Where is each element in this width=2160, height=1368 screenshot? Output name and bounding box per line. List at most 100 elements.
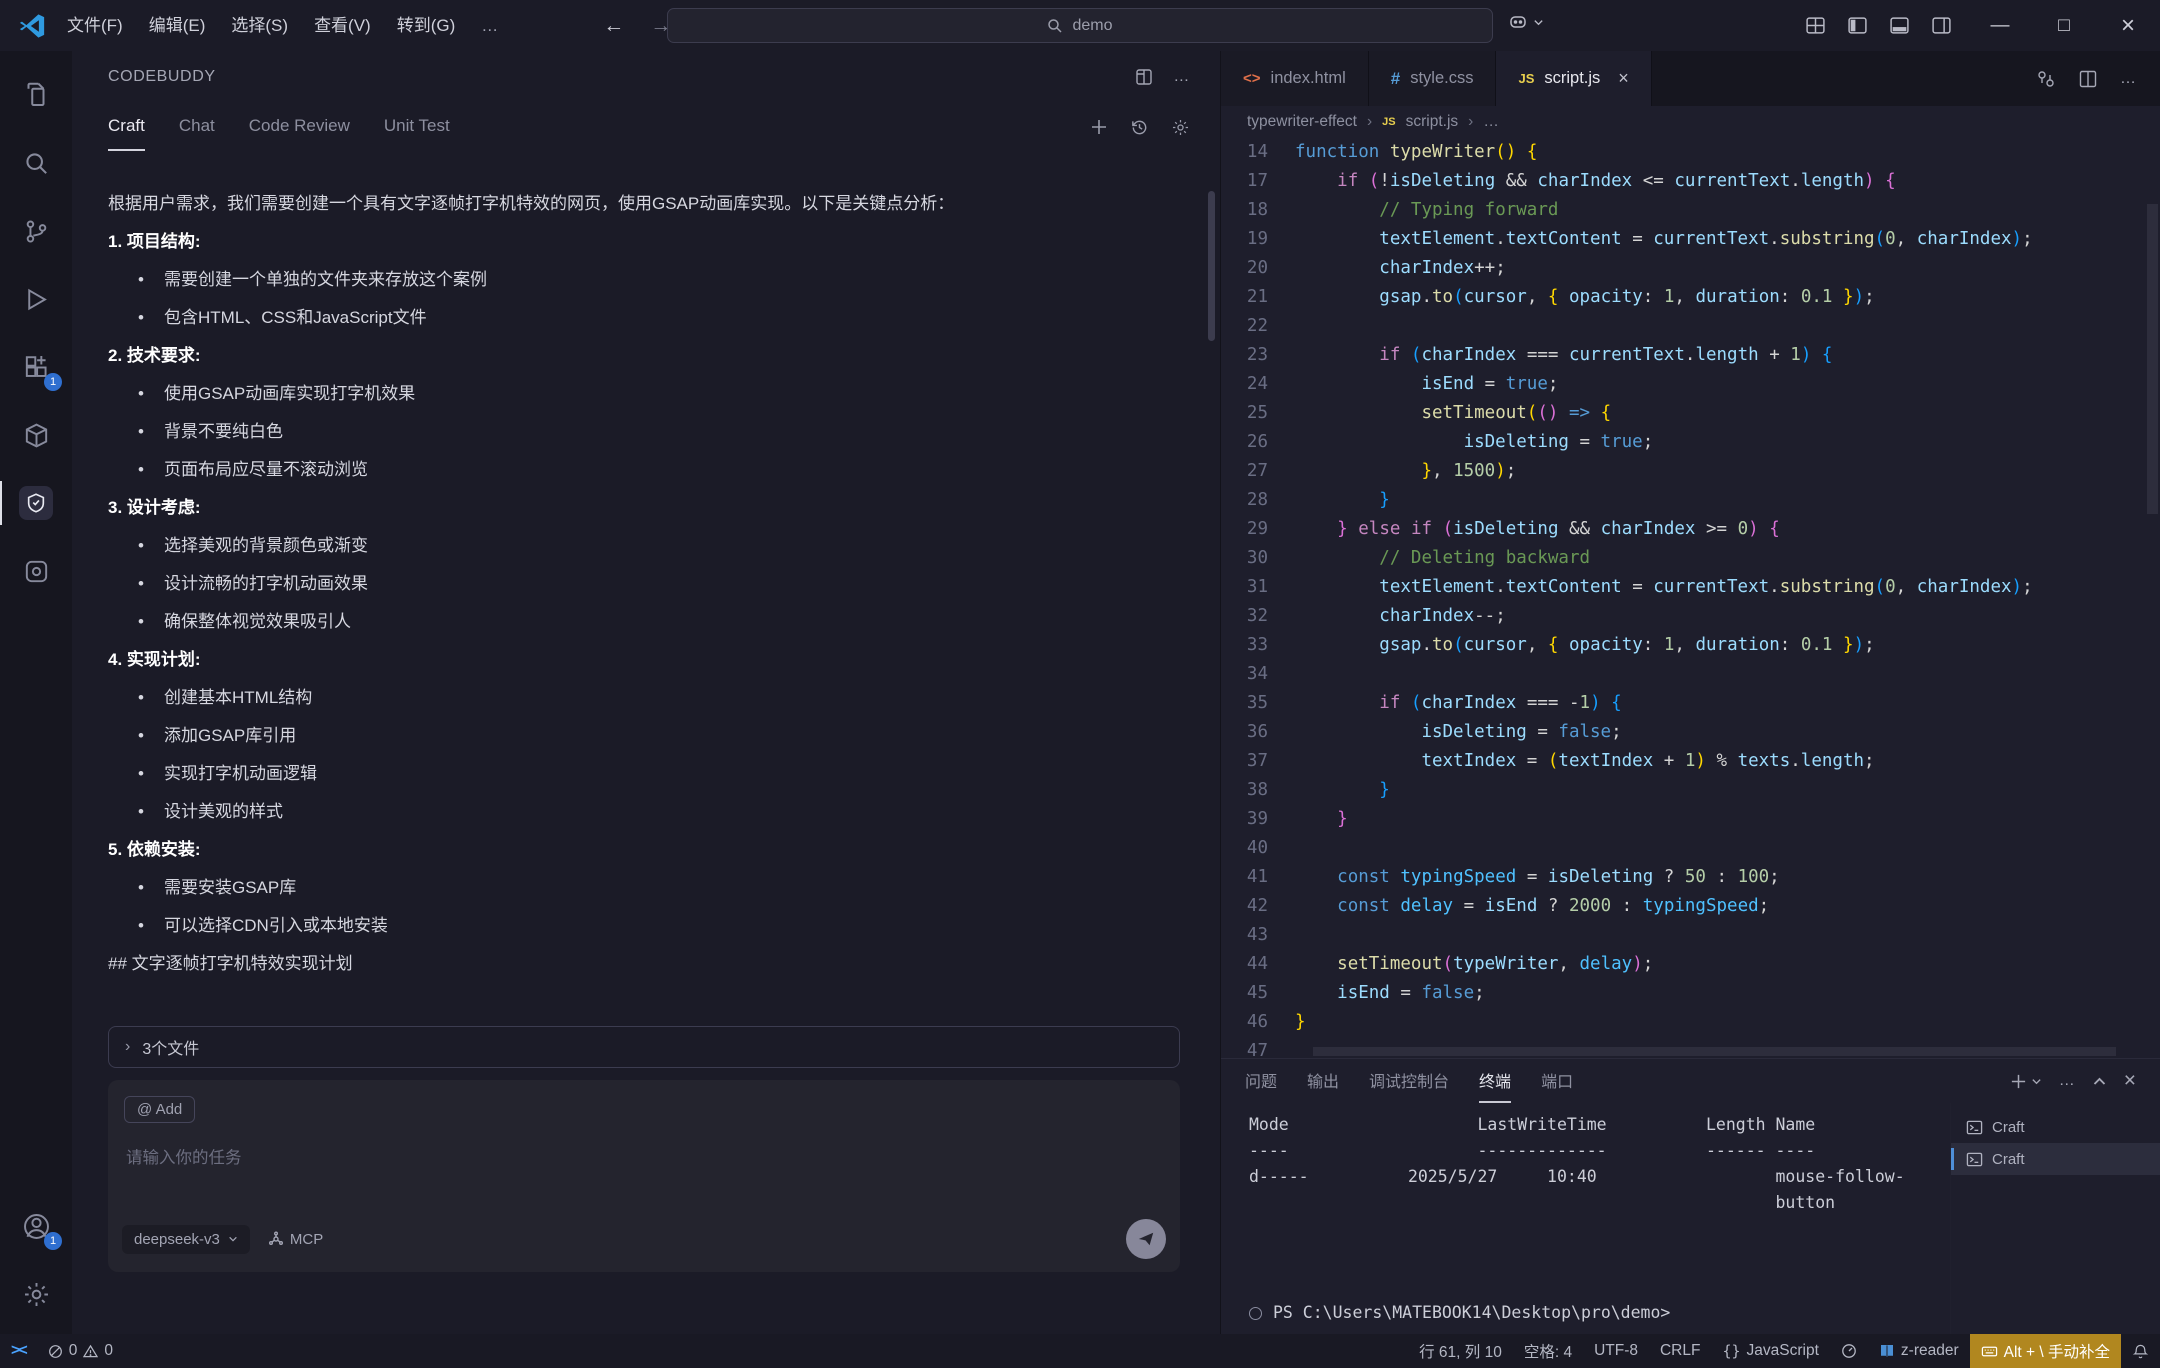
menu-edit[interactable]: 编辑(E) <box>136 0 219 51</box>
code-line[interactable]: 35 if (charIndex === -1) { <box>1221 689 2160 718</box>
files-section[interactable]: › 3个文件 <box>108 1026 1180 1068</box>
code-line[interactable]: 42 const delay = isEnd ? 2000 : typingSp… <box>1221 892 2160 921</box>
sidebar-more-actions-icon[interactable]: … <box>1173 68 1190 86</box>
code-line[interactable]: 40 <box>1221 834 2160 863</box>
task-input[interactable]: 请输入你的任务 <box>126 1144 242 1168</box>
breadcrumb-symbol[interactable]: … <box>1483 113 1499 131</box>
indentation[interactable]: 空格: 4 <box>1513 1334 1583 1368</box>
customize-layout-icon[interactable] <box>1805 15 1826 36</box>
code-line[interactable]: 44 setTimeout(typeWriter, delay); <box>1221 950 2160 979</box>
back-arrow-icon[interactable]: ← <box>603 14 624 38</box>
copilot-menu[interactable] <box>1508 12 1544 32</box>
code-line[interactable]: 33 gsap.to(cursor, { opacity: 1, duratio… <box>1221 631 2160 660</box>
maximize-panel-icon[interactable] <box>2092 1074 2107 1089</box>
tab-terminal[interactable]: 终端 <box>1479 1059 1511 1103</box>
run-debug-icon[interactable] <box>0 265 72 333</box>
code-line[interactable]: 27 }, 1500); <box>1221 457 2160 486</box>
encoding[interactable]: UTF-8 <box>1583 1334 1649 1368</box>
task-composer[interactable]: @ Add 请输入你的任务 deepseek-v3 MCP <box>108 1080 1180 1272</box>
add-context-chip[interactable]: @ Add <box>124 1096 195 1123</box>
tab-code-review[interactable]: Code Review <box>249 103 350 151</box>
panel-more-actions-icon[interactable]: … <box>2059 1072 2075 1090</box>
close-button[interactable]: × <box>2096 0 2160 51</box>
code-line[interactable]: 24 isEnd = true; <box>1221 370 2160 399</box>
code-line[interactable]: 21 gsap.to(cursor, { opacity: 1, duratio… <box>1221 283 2160 312</box>
toggle-panel-icon[interactable] <box>1889 15 1910 36</box>
toggle-secondary-sidebar-icon[interactable] <box>1931 15 1952 36</box>
code-line[interactable]: 37 textIndex = (textIndex + 1) % texts.l… <box>1221 747 2160 776</box>
code-line[interactable]: 46} <box>1221 1008 2160 1037</box>
editor-vertical-scrollbar[interactable] <box>2147 204 2158 514</box>
code-line[interactable]: 20 charIndex++; <box>1221 254 2160 283</box>
code-line[interactable]: 30 // Deleting backward <box>1221 544 2160 573</box>
account-icon[interactable]: 1 <box>0 1192 72 1260</box>
tab-craft[interactable]: Craft <box>108 103 145 151</box>
open-in-editor-icon[interactable] <box>1135 68 1153 86</box>
toggle-primary-sidebar-icon[interactable] <box>1847 15 1868 36</box>
mcp-button[interactable]: MCP <box>268 1231 323 1248</box>
code-line[interactable]: 36 isDeleting = false; <box>1221 718 2160 747</box>
code-line[interactable]: 32 charIndex--; <box>1221 602 2160 631</box>
code-line[interactable]: 43 <box>1221 921 2160 950</box>
code-line[interactable]: 18 // Typing forward <box>1221 196 2160 225</box>
split-editor-icon[interactable] <box>2078 69 2098 89</box>
settings-gear-icon[interactable] <box>0 1260 72 1328</box>
new-chat-icon[interactable] <box>1090 118 1108 136</box>
language-mode[interactable]: {} JavaScript <box>1711 1334 1829 1368</box>
codebuddy-icon[interactable] <box>0 469 72 537</box>
close-panel-icon[interactable]: × <box>2124 1069 2136 1093</box>
code-line[interactable]: 34 <box>1221 660 2160 689</box>
terminal-tab-craft[interactable]: Craft <box>1951 1143 2160 1175</box>
code-line[interactable]: 14function typeWriter() { <box>1221 138 2160 167</box>
search-sidebar-icon[interactable] <box>0 129 72 197</box>
tab-output[interactable]: 输出 <box>1307 1059 1339 1103</box>
breadcrumb-folder[interactable]: typewriter-effect <box>1247 113 1357 131</box>
code-line[interactable]: 38 } <box>1221 776 2160 805</box>
breadcrumb-file[interactable]: script.js <box>1406 113 1459 131</box>
tab-index-html[interactable]: <> index.html <box>1221 51 1369 106</box>
chat-content[interactable]: 根据用户需求，我们需要创建一个具有文字逐帧打字机特效的网页，使用GSAP动画库实… <box>72 151 1220 1026</box>
code-line[interactable]: 19 textElement.textContent = currentText… <box>1221 225 2160 254</box>
menu-goto[interactable]: 转到(G) <box>384 0 469 51</box>
tab-chat[interactable]: Chat <box>179 103 215 151</box>
tab-problems[interactable]: 问题 <box>1245 1059 1277 1103</box>
remote-indicator-icon[interactable]: >< <box>0 1334 37 1368</box>
eol-sequence[interactable]: CRLF <box>1649 1334 1711 1368</box>
cursor-position[interactable]: 行 61, 列 10 <box>1408 1334 1513 1368</box>
menu-more-icon[interactable]: … <box>468 0 511 51</box>
history-icon[interactable] <box>1130 118 1149 137</box>
extensions-icon[interactable]: 1 <box>0 333 72 401</box>
tab-script-js[interactable]: JS script.js × <box>1496 51 1651 106</box>
tab-unit-test[interactable]: Unit Test <box>384 103 450 151</box>
code-line[interactable]: 17 if (!isDeleting && charIndex <= curre… <box>1221 167 2160 196</box>
close-tab-icon[interactable]: × <box>1618 68 1629 89</box>
editor-horizontal-scrollbar[interactable] <box>1313 1047 2116 1056</box>
code-editor[interactable]: 14function typeWriter() {17 if (!isDelet… <box>1221 138 2160 1058</box>
notifications-bell-icon[interactable] <box>2121 1334 2160 1368</box>
gauge-icon[interactable] <box>1830 1334 1868 1368</box>
extension-logo-icon[interactable] <box>0 537 72 605</box>
sidebar-scrollbar[interactable] <box>1208 191 1215 341</box>
tab-debug-console[interactable]: 调试控制台 <box>1369 1059 1449 1103</box>
menu-view[interactable]: 查看(V) <box>301 0 384 51</box>
code-line[interactable]: 29 } else if (isDeleting && charIndex >=… <box>1221 515 2160 544</box>
maximize-button[interactable]: □ <box>2032 0 2096 51</box>
z-reader-status[interactable]: z-reader <box>1868 1334 1970 1368</box>
manual-completion-toggle[interactable]: Alt + \ 手动补全 <box>1970 1334 2121 1368</box>
editor-more-actions-icon[interactable]: … <box>2120 70 2136 88</box>
tab-style-css[interactable]: # style.css <box>1369 51 1497 106</box>
model-selector[interactable]: deepseek-v3 <box>122 1225 250 1254</box>
open-changes-icon[interactable] <box>2036 69 2056 89</box>
minimize-button[interactable]: — <box>1968 0 2032 51</box>
menu-file[interactable]: 文件(F) <box>54 0 136 51</box>
new-terminal-icon[interactable] <box>2010 1073 2042 1090</box>
terminal-output[interactable]: Mode LastWriteTime Length Name ---- ----… <box>1221 1103 1950 1334</box>
tab-ports[interactable]: 端口 <box>1541 1059 1573 1103</box>
code-line[interactable]: 25 setTimeout(() => { <box>1221 399 2160 428</box>
code-line[interactable]: 41 const typingSpeed = isDeleting ? 50 :… <box>1221 863 2160 892</box>
code-line[interactable]: 28 } <box>1221 486 2160 515</box>
terminal-tab-craft[interactable]: Craft <box>1951 1111 2160 1143</box>
code-line[interactable]: 39 } <box>1221 805 2160 834</box>
sidebar-settings-gear-icon[interactable] <box>1171 118 1190 137</box>
problems-status[interactable]: 0 0 <box>37 1334 124 1368</box>
